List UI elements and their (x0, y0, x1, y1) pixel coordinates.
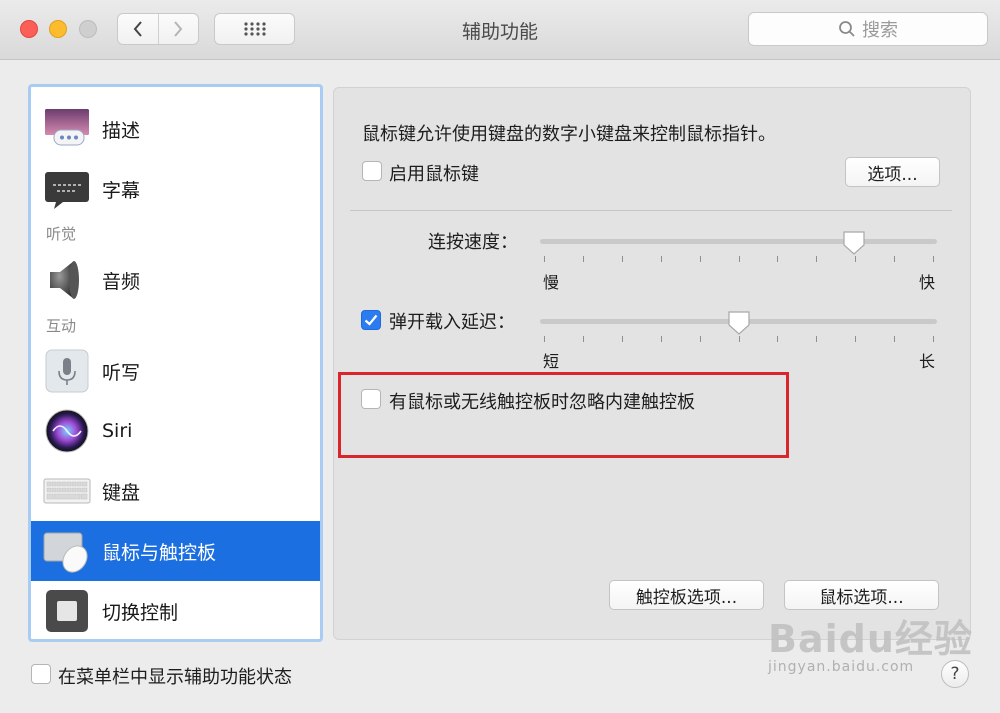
enable-mouse-keys-label: 启用鼠标键 (389, 164, 479, 185)
sidebar-item-label: 鼠标与触控板 (102, 541, 217, 564)
slider-tick (621, 256, 623, 262)
sidebar-item-audio[interactable]: 音频 (31, 250, 320, 310)
slider-tick (894, 336, 896, 342)
sidebar-item-label: 键盘 (102, 481, 141, 504)
show-status-menubar-label: 在菜单栏中显示辅助功能状态 (58, 667, 292, 688)
sidebar-header-interaction: 互动 (46, 317, 77, 335)
title-bar: 辅助功能 搜索 (0, 0, 1000, 60)
sidebar-item-label: 描述 (102, 119, 141, 142)
spring-loading-min-label: 短 (543, 352, 560, 371)
slider-tick (855, 336, 857, 342)
slider-tick (660, 256, 662, 262)
watermark: Baidu经验 jingyan.baidu.com (768, 608, 973, 675)
double-click-speed-label: 连按速度： (428, 232, 518, 253)
slider-tick (738, 256, 740, 262)
slider-tick (816, 336, 818, 342)
sidebar-item-dictation[interactable]: 听写 (31, 341, 320, 401)
spring-loading-checkbox[interactable] (361, 310, 381, 330)
sidebar-item-label: 听写 (102, 361, 141, 384)
slider-tick (544, 256, 545, 262)
keyboard-icon (43, 469, 91, 513)
checkmark-icon (364, 314, 378, 326)
slider-tick (933, 256, 934, 262)
search-field[interactable]: 搜索 (748, 12, 988, 46)
sidebar-item-keyboard[interactable]: 键盘 (31, 461, 320, 521)
slider-tick (660, 336, 662, 342)
spring-loading-thumb[interactable] (727, 310, 751, 336)
slider-tick (738, 336, 740, 342)
options-button[interactable]: 选项... (845, 157, 940, 187)
slider-tick (777, 336, 779, 342)
speaker-icon (43, 258, 91, 302)
help-button[interactable]: ? (941, 660, 969, 688)
sidebar-header-hearing: 听觉 (46, 225, 77, 243)
microphone-icon (43, 349, 91, 393)
sidebar-item-label: 音频 (102, 270, 141, 293)
watermark-main: Baidu经验 (768, 617, 973, 661)
mouse-trackpad-icon (43, 529, 91, 573)
sidebar-item-mouse-trackpad[interactable]: 鼠标与触控板 (31, 521, 320, 581)
slider-tick (855, 256, 857, 262)
descriptions-icon (43, 107, 91, 151)
spring-loading-label: 弹开载入延迟： (389, 312, 515, 333)
sidebar-list[interactable]: 描述 字幕 听觉 音频 互动 听写 Siri 键盘 鼠标与触控板 切换控制 (28, 84, 323, 642)
show-status-menubar-checkbox[interactable] (31, 664, 51, 684)
slider-tick (582, 336, 584, 342)
slider-tick (699, 256, 701, 262)
sidebar-item-siri[interactable]: Siri (31, 401, 320, 461)
annotation-highlight-box (338, 372, 789, 458)
spring-loading-max-label: 长 (919, 352, 936, 371)
slider-tick (894, 256, 896, 262)
siri-icon (43, 409, 91, 453)
sidebar-item-descriptions[interactable]: 描述 (31, 99, 320, 159)
slider-tick (699, 336, 701, 342)
sidebar-item-label: 切换控制 (102, 601, 179, 624)
slider-tick (933, 336, 934, 342)
double-click-speed-min-label: 慢 (543, 273, 560, 292)
slider-tick (621, 336, 623, 342)
slider-tick (816, 256, 818, 262)
sidebar-item-captions[interactable]: 字幕 (31, 159, 320, 219)
double-click-speed-slider[interactable] (540, 239, 937, 244)
slider-tick (582, 256, 584, 262)
switch-control-icon (43, 589, 91, 633)
slider-tick (777, 256, 779, 262)
sidebar-item-label: Siri (102, 420, 133, 442)
mouse-options-button[interactable]: 鼠标选项... (784, 580, 939, 610)
mouse-keys-description: 鼠标键允许使用键盘的数字小键盘来控制鼠标指针。 (362, 124, 776, 145)
trackpad-options-button[interactable]: 触控板选项... (609, 580, 764, 610)
captions-icon (43, 167, 91, 211)
enable-mouse-keys-checkbox[interactable] (362, 161, 382, 181)
section-divider (350, 210, 952, 211)
search-icon (839, 21, 855, 37)
double-click-speed-max-label: 快 (919, 273, 936, 292)
double-click-speed-thumb[interactable] (842, 230, 866, 256)
sidebar-item-label: 字幕 (102, 179, 141, 202)
search-placeholder: 搜索 (862, 20, 898, 41)
slider-tick (544, 336, 545, 342)
sidebar-item-switch-control[interactable]: 切换控制 (31, 581, 320, 639)
